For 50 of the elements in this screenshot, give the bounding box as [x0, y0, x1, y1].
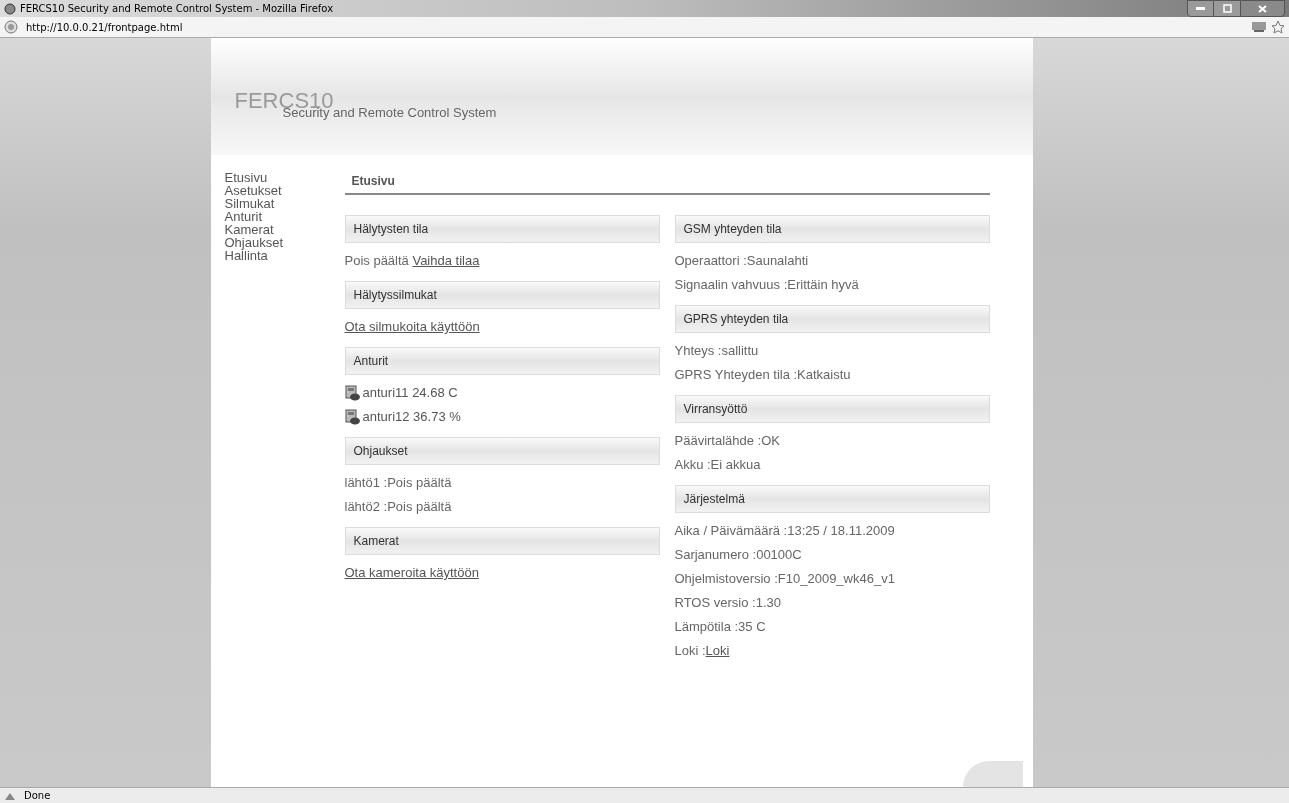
- nav-link[interactable]: Etusivu: [224, 171, 268, 184]
- status-line: Signaalin vahvuus :Erittäin hyvä: [674, 276, 859, 294]
- star-icon[interactable]: [1271, 20, 1285, 34]
- sensor-reading: anturi12 36.73 %: [362, 408, 461, 427]
- section-header: Järjestelmä: [674, 485, 990, 513]
- section-header: Ohjaukset: [344, 437, 660, 465]
- nav-link[interactable]: Silmukat: [224, 197, 275, 210]
- status-line: Ohjelmistoversio :F10_2009_wk46_v1: [674, 570, 895, 588]
- section-header: Kamerat: [344, 527, 660, 555]
- section-header: Hälytysten tila: [344, 215, 660, 243]
- status-line: Lämpötila :35 C: [674, 618, 766, 636]
- section-header: Hälytyssilmukat: [344, 281, 660, 309]
- status-line: Akku :Ei akkua: [674, 456, 761, 474]
- minimize-button[interactable]: [1187, 0, 1214, 17]
- section-header: GPRS yhteyden tila: [674, 305, 990, 333]
- close-button[interactable]: [1240, 0, 1285, 17]
- status-line: Päävirtalähde :OK: [674, 432, 780, 450]
- sensor-icon: [344, 385, 361, 401]
- status-line: Aika / Päivämäärä :13:25 / 18.11.2009: [674, 522, 895, 540]
- close-icon: [1258, 4, 1267, 13]
- section-header: GSM yhteyden tila: [674, 215, 990, 243]
- sensor-icon: [344, 409, 361, 425]
- nav-link[interactable]: Anturit: [224, 210, 263, 223]
- status-text: Done: [24, 789, 51, 803]
- globe-icon: [4, 20, 18, 34]
- status-line: Sarjanumero :00100C: [674, 546, 802, 564]
- nav-link[interactable]: Asetukset: [224, 184, 282, 197]
- status-line: RTOS versio :1.30: [674, 594, 781, 612]
- page-heading: Etusivu: [344, 172, 990, 195]
- browser-icon: [4, 2, 16, 15]
- status-line: GPRS Yhteyden tila :Katkaistu: [674, 366, 851, 384]
- status-line: Loki :Loki: [674, 642, 730, 660]
- window-title: FERCS10 Security and Remote Control System - Mozilla Firefox: [20, 2, 334, 16]
- nav-link[interactable]: Kamerat: [224, 223, 274, 236]
- link[interactable]: Ota kameroita käyttöön: [344, 561, 479, 585]
- section-header: Virransyöttö: [674, 395, 990, 423]
- minimize-icon: [1196, 7, 1205, 10]
- status-line: Operaattori :Saunalahti: [674, 252, 809, 270]
- link[interactable]: Ota silmukoita käyttöön: [344, 315, 480, 339]
- status-line: lähtö1 :Pois päältä: [344, 474, 452, 492]
- restore-icon: [1222, 4, 1232, 13]
- restore-button[interactable]: [1214, 0, 1240, 17]
- nav-link[interactable]: Hallinta: [224, 249, 268, 262]
- status-line: Yhteys :sallittu: [674, 342, 759, 360]
- nav-link[interactable]: Ohjaukset: [224, 236, 284, 249]
- link[interactable]: Vaihda tilaa: [412, 253, 480, 268]
- status-line: Pois päältä Vaihda tilaa: [344, 252, 480, 270]
- status-line: lähtö2 :Pois päältä: [344, 498, 452, 516]
- sensor-reading: anturi11 24.68 C: [362, 384, 458, 403]
- section-header: Anturit: [344, 347, 660, 375]
